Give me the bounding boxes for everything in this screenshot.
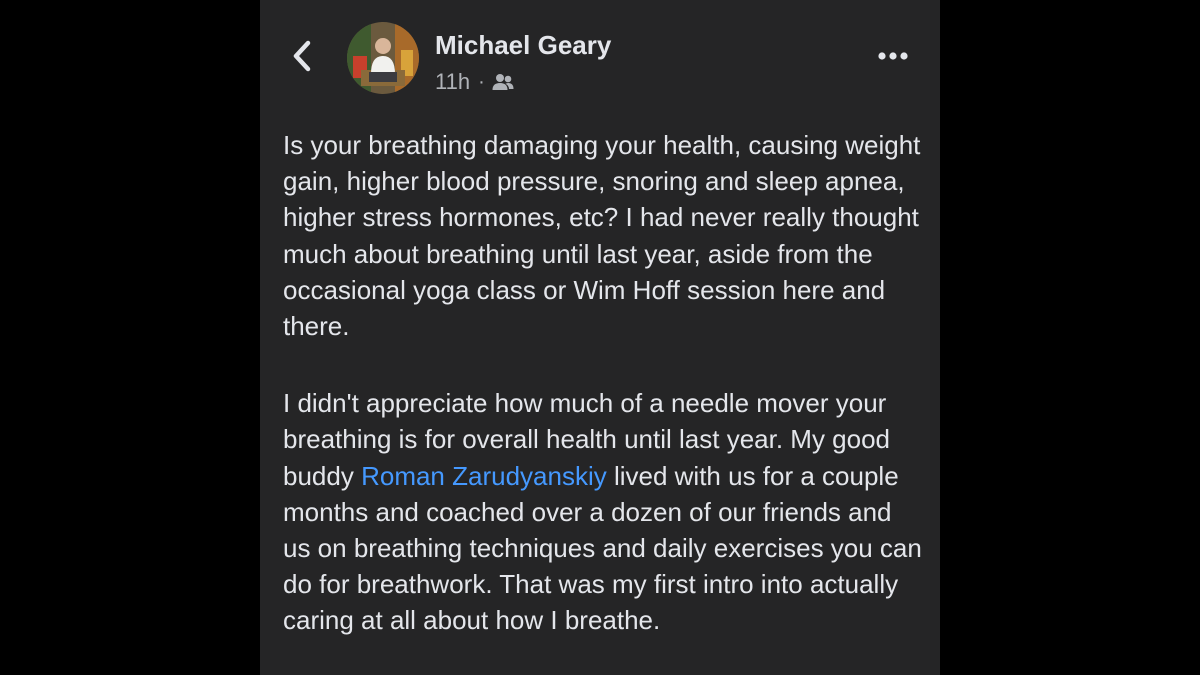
mention-link[interactable]: Roman Zarudyanskiy	[361, 461, 607, 491]
post-paragraph: I didn't appreciate how much of a needle…	[283, 385, 923, 638]
friends-audience-icon[interactable]	[492, 73, 514, 91]
post-paragraph: Is your breathing damaging your health, …	[283, 130, 921, 342]
more-horizontal-icon	[878, 52, 908, 60]
post-body: Is your breathing damaging your health, …	[283, 127, 923, 639]
more-options-button[interactable]	[874, 42, 918, 70]
profile-photo	[347, 22, 419, 94]
meta-separator: ·	[478, 70, 485, 93]
chevron-left-icon	[293, 40, 311, 72]
back-button[interactable]	[286, 36, 318, 76]
post-screen: Michael Geary 11h · Is your breathing da…	[260, 0, 940, 675]
avatar[interactable]	[347, 22, 419, 94]
author-name[interactable]: Michael Geary	[435, 30, 611, 61]
post-meta: 11h ·	[435, 68, 514, 96]
post-timestamp[interactable]: 11h	[435, 69, 470, 95]
